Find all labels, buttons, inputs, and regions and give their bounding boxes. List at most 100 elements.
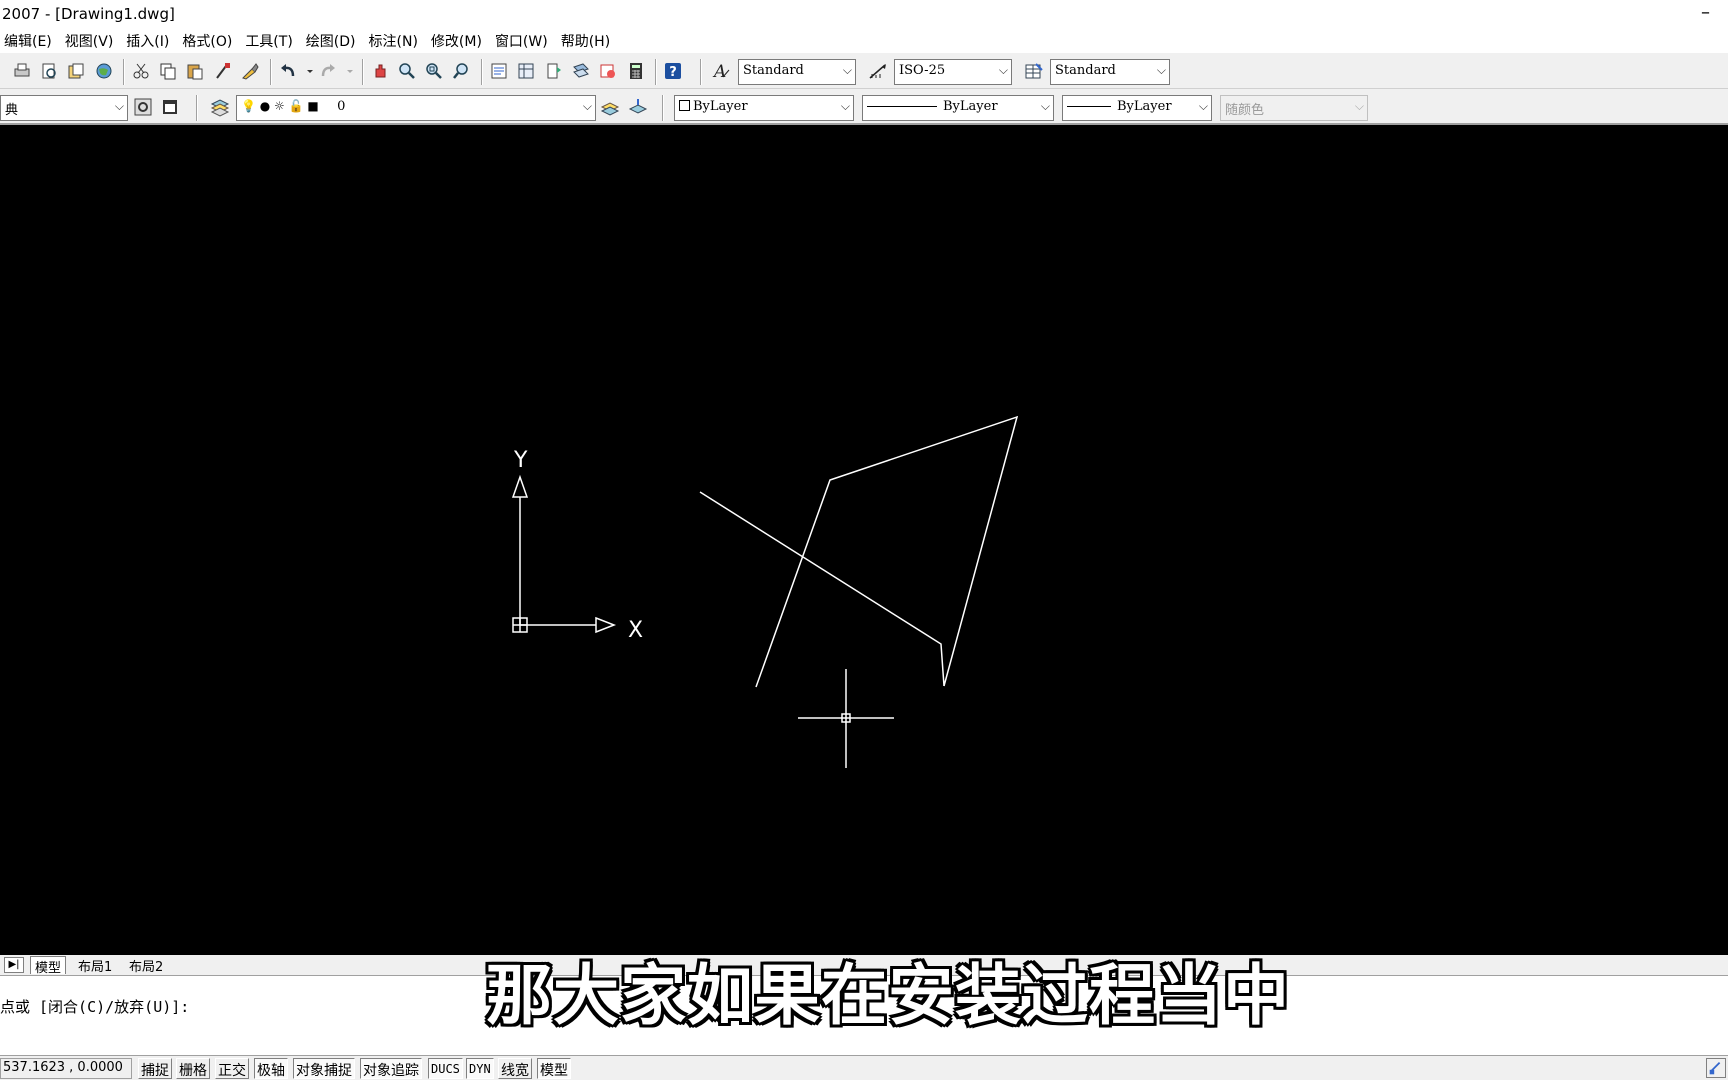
crosshair-cursor <box>798 669 894 768</box>
undo-icon[interactable] <box>278 61 298 81</box>
layers-properties-toolbar: 典 ⌵ 💡 ● ☼ 🔓 ■ 0 ⌵ ByLayer ⌵ ByLayer ⌵ ByLay… <box>0 89 1728 125</box>
menu-tools[interactable]: 工具(T) <box>241 31 301 51</box>
text-style-select[interactable]: Standard ⌵ <box>738 59 856 85</box>
model-toggle[interactable]: 模型 <box>537 1058 571 1079</box>
polar-toggle[interactable]: 极轴 <box>254 1058 288 1079</box>
web-icon[interactable] <box>94 61 114 81</box>
tab-layout2[interactable]: 布局2 <box>125 956 167 975</box>
table-style-icon[interactable] <box>1024 61 1044 81</box>
ucs-x-label: X <box>628 618 643 643</box>
copy-icon[interactable] <box>158 61 178 81</box>
standard-toolbar: ? A Standard ⌵ ISO-25 ⌵ Standard ⌵ <box>0 53 1728 89</box>
plot-style-value: 随颜色 <box>1225 103 1265 118</box>
tray-settings-icon[interactable] <box>1706 1058 1726 1078</box>
tab-layout1[interactable]: 布局1 <box>74 956 116 975</box>
plot-style-select: 随颜色 ⌵ <box>1220 95 1368 121</box>
match-properties-icon[interactable] <box>213 61 233 81</box>
undo-dropdown-icon[interactable] <box>300 61 313 81</box>
redo-icon[interactable] <box>318 61 338 81</box>
lineweight-select[interactable]: ByLayer ⌵ <box>1062 95 1212 121</box>
pan-icon[interactable] <box>370 61 390 81</box>
toolbar-separator <box>662 95 664 121</box>
block-editor-icon[interactable] <box>240 61 260 81</box>
grid-toggle[interactable]: 栅格 <box>176 1058 210 1079</box>
menu-bar: 编辑(E) 视图(V) 插入(I) 格式(O) 工具(T) 绘图(D) 标注(N… <box>0 28 1728 53</box>
toolbar-separator <box>700 59 702 85</box>
drawing-svg: Y X <box>511 415 1019 768</box>
sheet-set-icon[interactable] <box>571 61 591 81</box>
menu-window[interactable]: 窗口(W) <box>491 31 557 51</box>
table-style-select[interactable]: Standard ⌵ <box>1050 59 1170 85</box>
workspace-settings-icon[interactable] <box>133 97 153 117</box>
make-object-layer-current-icon[interactable] <box>600 97 620 117</box>
dimension-style-icon[interactable] <box>868 61 888 81</box>
dyn-toggle[interactable]: DYN <box>466 1058 494 1079</box>
ucs-icon <box>511 474 617 634</box>
linetype-select[interactable]: ByLayer ⌵ <box>862 95 1054 121</box>
chevron-down-icon: ⌵ <box>1156 63 1166 77</box>
window-title: 2007 - [Drawing1.dwg] <box>2 5 175 23</box>
cut-icon[interactable] <box>131 61 151 81</box>
layer-manager-icon[interactable] <box>210 97 230 117</box>
workspace-select[interactable]: 典 ⌵ <box>0 95 128 121</box>
zoom-window-icon[interactable] <box>424 61 444 81</box>
osnap-toggle[interactable]: 对象捕捉 <box>293 1058 355 1079</box>
plot-icon[interactable] <box>12 61 32 81</box>
autocad-window: 2007 - [Drawing1.dwg] – 编辑(E) 视图(V) 插入(I… <box>0 0 1728 1080</box>
toolbar-separator <box>270 59 272 85</box>
chevron-down-icon: ⌵ <box>114 99 124 113</box>
publish-icon[interactable] <box>66 61 86 81</box>
zoom-previous-icon[interactable] <box>452 61 472 81</box>
layer-previous-icon[interactable] <box>628 97 648 117</box>
text-style-icon[interactable]: A <box>712 61 732 81</box>
snap-toggle[interactable]: 捕捉 <box>138 1058 172 1079</box>
menu-format[interactable]: 格式(O) <box>178 31 241 51</box>
color-swatch <box>679 100 690 111</box>
video-subtitle: 那大家如果在安装过程当中 <box>486 957 1290 1034</box>
layer-select[interactable]: 💡 ● ☼ 🔓 ■ 0 ⌵ <box>236 95 596 121</box>
polyline-segment[interactable] <box>699 491 945 687</box>
minimize-button[interactable]: – <box>1701 2 1710 23</box>
chevron-down-icon: ⌵ <box>582 99 592 113</box>
properties-icon[interactable] <box>489 61 509 81</box>
dimension-style-value: ISO-25 <box>899 63 946 78</box>
plot-preview-icon[interactable] <box>39 61 59 81</box>
toolbar-separator <box>481 59 483 85</box>
chevron-down-icon: ⌵ <box>842 63 852 77</box>
menu-help[interactable]: 帮助(H) <box>557 31 619 51</box>
help-icon[interactable]: ? <box>663 61 683 81</box>
menu-dimension[interactable]: 标注(N) <box>365 31 427 51</box>
menu-insert[interactable]: 插入(I) <box>122 31 178 51</box>
coordinate-display[interactable]: 537.1623 , 0.0000 <box>0 1058 132 1079</box>
my-workspace-icon[interactable] <box>160 97 180 117</box>
drawing-canvas[interactable]: Y X <box>0 125 1728 955</box>
tab-nav-button[interactable]: ▶| <box>4 957 24 973</box>
toolbar-separator <box>123 59 125 85</box>
calculator-icon[interactable] <box>626 61 646 81</box>
menu-modify[interactable]: 修改(M) <box>427 31 491 51</box>
tool-palettes-icon[interactable] <box>544 61 564 81</box>
paste-icon[interactable] <box>185 61 205 81</box>
ortho-toggle[interactable]: 正交 <box>215 1058 249 1079</box>
zoom-realtime-icon[interactable] <box>397 61 417 81</box>
linetype-value: ByLayer <box>943 99 998 114</box>
workspace-value: 典 <box>5 103 19 118</box>
menu-draw[interactable]: 绘图(D) <box>302 31 365 51</box>
color-value: ByLayer <box>693 99 748 114</box>
menu-edit[interactable]: 编辑(E) <box>0 31 61 51</box>
lineweight-toggle[interactable]: 线宽 <box>498 1058 532 1079</box>
color-select[interactable]: ByLayer ⌵ <box>674 95 854 121</box>
chevron-down-icon: ⌵ <box>1354 99 1364 113</box>
toolbar-separator <box>362 59 364 85</box>
redo-dropdown-icon[interactable] <box>340 61 353 81</box>
dimension-style-select[interactable]: ISO-25 ⌵ <box>894 59 1012 85</box>
tab-model[interactable]: 模型 <box>30 956 67 976</box>
svg-text:?: ? <box>669 65 677 80</box>
otrack-toggle[interactable]: 对象追踪 <box>360 1058 422 1079</box>
chevron-down-icon: ⌵ <box>1040 99 1050 113</box>
markup-icon[interactable] <box>598 61 618 81</box>
status-bar: 537.1623 , 0.0000 捕捉 栅格 正交 极轴 对象捕捉 对象追踪 … <box>0 1055 1728 1080</box>
ducs-toggle[interactable]: DUCS <box>428 1058 463 1079</box>
design-center-icon[interactable] <box>516 61 536 81</box>
menu-view[interactable]: 视图(V) <box>61 31 123 51</box>
